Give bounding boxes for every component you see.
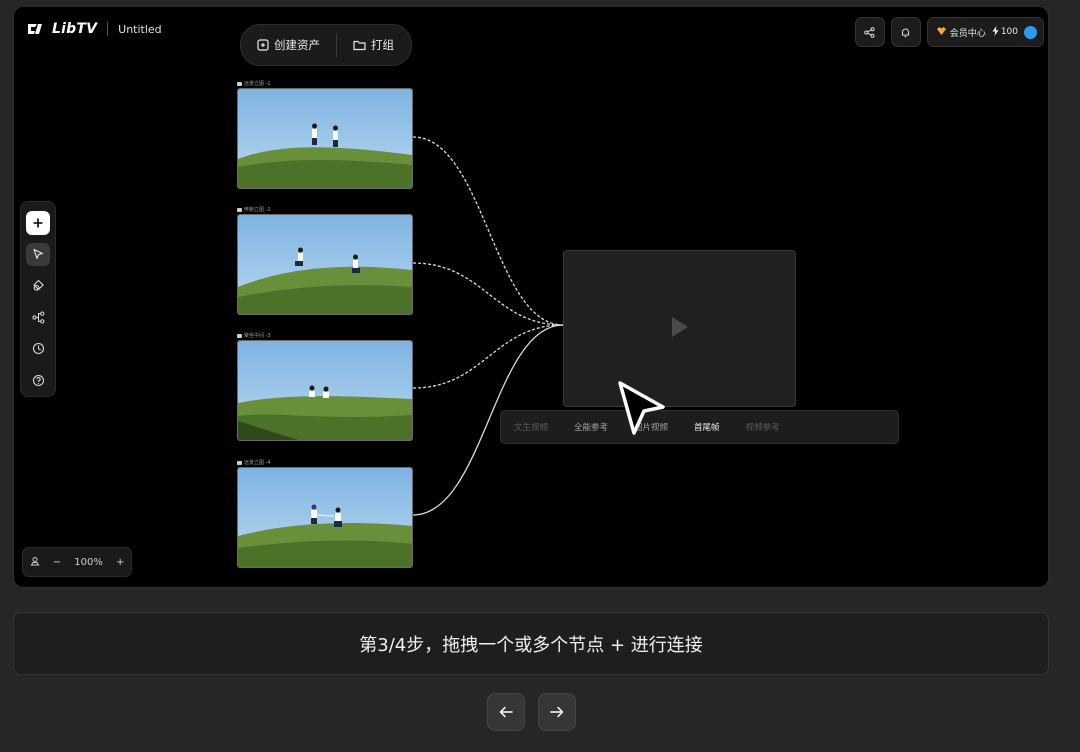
member-center-label: 会员中心 (949, 28, 986, 39)
bell-icon (900, 23, 911, 42)
zoom-in-button[interactable]: + (116, 557, 124, 568)
image-node-4[interactable]: 远景立图 -4 (237, 459, 413, 568)
node-label: 聚坐中间 -3 (237, 332, 413, 340)
group-button[interactable]: 打组 (337, 25, 410, 65)
credits-display: 100 (992, 25, 1018, 39)
asset-icon (257, 39, 269, 51)
zoom-level: 100% (74, 556, 103, 568)
fit-view-button[interactable] (30, 556, 40, 569)
app-window: LibTV Untitled 创建资产 打组 会员中心 100 − 100% +… (13, 6, 1049, 588)
mode-tab-image-to-video[interactable]: 图片视频 (621, 421, 681, 433)
node-image[interactable] (237, 340, 413, 441)
folder-icon (353, 39, 366, 51)
node-image[interactable] (237, 467, 413, 568)
node-label: 奔跑立图 -2 (237, 206, 413, 214)
generation-mode-bar: 文生视频 全能参考 图片视频 首尾帧 视频参考 (500, 410, 899, 444)
step-text: 第3/4步，拖拽一个或多个节点 + 进行连接 (359, 634, 703, 656)
brand: LibTV Untitled (26, 21, 162, 37)
member-center-link[interactable]: 会员中心 (936, 26, 986, 39)
image-node-2[interactable]: 奔跑立图 -2 (237, 206, 413, 315)
workflow-tool[interactable] (26, 306, 50, 330)
mode-tab-omni-reference[interactable]: 全能参考 (561, 421, 621, 433)
shapes-icon (32, 279, 45, 292)
top-action-pill: 创建资产 打组 (240, 24, 412, 66)
libtv-logo-icon (26, 22, 44, 36)
help-tool[interactable] (26, 369, 50, 393)
arrow-left-icon (499, 703, 513, 722)
image-node-3[interactable]: 聚坐中间 -3 (237, 332, 413, 441)
node-image[interactable] (237, 88, 413, 189)
header-actions: 会员中心 100 (854, 17, 1044, 47)
credits-value: 100 (1000, 27, 1018, 37)
select-icon (32, 248, 44, 260)
share-button[interactable] (854, 17, 885, 47)
history-icon (32, 342, 45, 355)
create-asset-button[interactable]: 创建资产 (241, 25, 336, 65)
zoom-control: − 100% + (22, 547, 132, 577)
share-icon (864, 23, 875, 42)
add-icon (32, 217, 44, 229)
brand-divider (107, 22, 109, 36)
node-label: 远景立图 -1 (237, 80, 413, 88)
help-icon (32, 374, 45, 387)
add-node-button[interactable] (26, 211, 50, 235)
notification-button[interactable] (890, 17, 921, 47)
create-asset-label: 创建资产 (274, 38, 320, 52)
bolt-icon (992, 25, 999, 39)
zoom-out-button[interactable]: − (53, 557, 61, 568)
video-node[interactable] (563, 250, 796, 407)
arrow-right-icon (550, 703, 564, 722)
left-toolbar (20, 201, 56, 397)
brand-name: LibTV (52, 21, 98, 37)
avatar[interactable] (1024, 25, 1037, 39)
crown-icon (936, 26, 947, 39)
workflow-icon (31, 311, 45, 324)
play-icon[interactable] (671, 316, 689, 342)
node-image[interactable] (237, 214, 413, 315)
image-node-1[interactable]: 远景立图 -1 (237, 80, 413, 189)
mode-tab-video-reference[interactable]: 视频参考 (733, 421, 793, 433)
mode-tab-first-last-frame[interactable]: 首尾帧 (681, 421, 733, 433)
shapes-tool[interactable] (26, 274, 50, 298)
group-label: 打组 (371, 38, 394, 52)
history-tool[interactable] (26, 337, 50, 361)
member-panel: 会员中心 100 (926, 17, 1044, 47)
tutorial-step-bar: 第3/4步，拖拽一个或多个节点 + 进行连接 (13, 612, 1049, 675)
document-title[interactable]: Untitled (118, 23, 162, 36)
connection-edges (412, 136, 564, 516)
mode-tab-text-to-video[interactable]: 文生视频 (501, 421, 561, 433)
node-label: 远景立图 -4 (237, 459, 413, 467)
select-tool[interactable] (26, 242, 50, 266)
next-step-button[interactable] (538, 693, 576, 731)
prev-step-button[interactable] (487, 693, 525, 731)
